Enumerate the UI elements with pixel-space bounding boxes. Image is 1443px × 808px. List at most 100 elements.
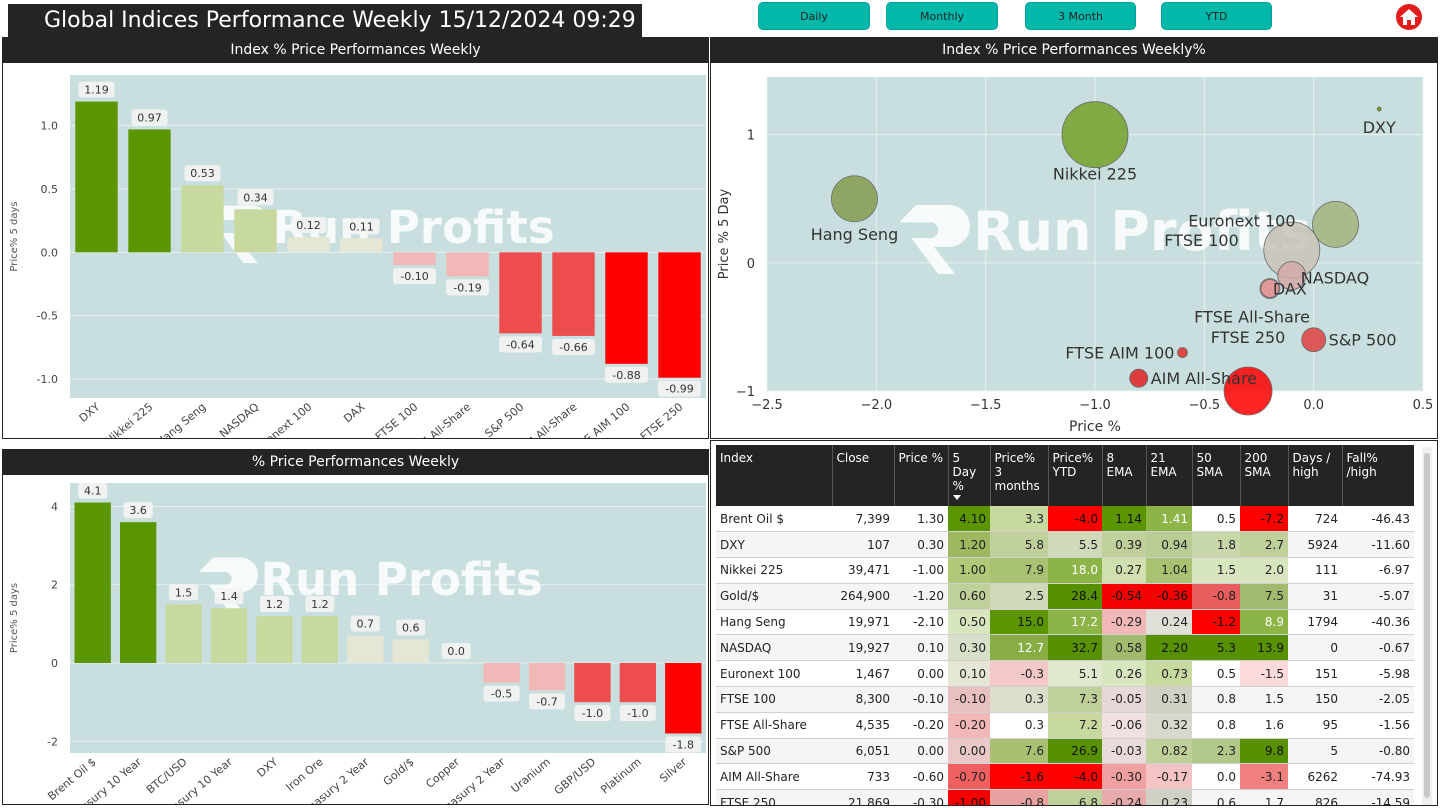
table-row[interactable]: Euronext 100 1,467 0.00 0.10 -0.3 5.1 0.26 0.73… — [716, 660, 1414, 688]
table-cell: 1,467 — [832, 660, 894, 688]
dashboard: Global Indices Performance Weekly 15/12/… — [0, 0, 1443, 808]
bubble — [1376, 106, 1382, 112]
daily-button[interactable]: Daily — [758, 2, 870, 30]
table-cell: 18.0 — [1048, 557, 1102, 584]
three-month-button[interactable]: 3 Month — [1025, 2, 1136, 30]
column-header[interactable]: Price% YTD — [1048, 445, 1103, 506]
column-header[interactable]: Days / high — [1288, 445, 1343, 506]
y-tick-label: 0 — [51, 657, 58, 670]
table-body: Brent Oil $7,399 1.30 4.10 3.3 -4.0 1.14 1.41 0… — [716, 506, 1414, 805]
index-name-cell: Gold/$ — [716, 583, 832, 610]
table-cell: 2.5 — [990, 583, 1048, 610]
index-name-cell: FTSE 100 — [716, 686, 832, 713]
bar — [347, 635, 384, 663]
y-axis-label: Price% 5 days — [9, 583, 20, 653]
table-cell: 0.60 — [948, 583, 990, 610]
table-row[interactable]: Gold/$ 264,900 -1.20 0.60 2.5 28.4 -0.54 -0.36-… — [716, 583, 1414, 610]
table-cell: 7.6 — [990, 738, 1048, 765]
table-cell: -0.06 — [1102, 712, 1146, 739]
data-label: -0.88 — [612, 369, 640, 382]
table-cell: 13.9 — [1240, 634, 1288, 662]
column-header[interactable]: 8 EMA — [1102, 445, 1147, 506]
bar — [483, 663, 520, 683]
x-tick-label: DXY — [255, 755, 281, 780]
index-name-cell: NASDAQ — [716, 634, 832, 662]
table-cell: 0.10 — [948, 660, 990, 688]
table-cell: -0.36 — [1146, 583, 1192, 610]
monthly-button[interactable]: Monthly — [886, 2, 998, 30]
data-label: 0.7 — [357, 618, 375, 631]
bubble — [1312, 200, 1359, 248]
home-icon — [1400, 9, 1418, 25]
index-bar-chart: 1.00.50.0-0.5-1.0Price% 5 days Run Profit… — [9, 75, 706, 439]
data-label: 4.1 — [84, 485, 102, 498]
table-cell: -14.59 — [1342, 789, 1414, 805]
column-header[interactable]: Fall% /high — [1342, 445, 1414, 506]
bar — [234, 209, 277, 253]
table-row[interactable]: FTSE 100 8,300 -0.10 -0.10 0.3 7.3 -0.05 0.31 0.… — [716, 686, 1414, 713]
table-cell: 5.3 — [1192, 634, 1240, 662]
table-cell: -4.0 — [1048, 506, 1102, 533]
home-button[interactable] — [1396, 4, 1422, 30]
table-cell: 826 — [1288, 789, 1342, 805]
table-cell: -0.8 — [1192, 583, 1240, 610]
table-row[interactable]: AIM All-Share 733 -0.60 -0.70 -1.6 -4.0 -0.30-… — [716, 763, 1414, 791]
table-cell: -2.10 — [894, 609, 948, 636]
index-name-cell: Brent Oil $ — [716, 506, 832, 533]
table-cell: 1.5 — [1192, 557, 1240, 584]
x-tick-label: Euronext 100 — [250, 400, 315, 439]
table-cell: 5924 — [1288, 531, 1342, 559]
column-header[interactable]: Index — [716, 445, 833, 506]
column-header[interactable]: 200 SMA — [1240, 445, 1289, 506]
x-tick-label: S&P 500 — [482, 400, 526, 439]
x-axis-label: Price % — [1069, 419, 1121, 435]
x-tick-label: FTSE 250 — [638, 400, 686, 439]
bubble-label: FTSE All-Share — [1194, 307, 1310, 326]
table-row[interactable]: FTSE 250 21,869 -0.30 -1.00 -0.8 6.8 -0.24 0.23… — [716, 789, 1414, 805]
table-row[interactable]: Hang Seng 19,971 -2.10 0.50 15.0 17.2 -0.29 0.2… — [716, 609, 1414, 636]
column-header[interactable]: 5 Day % — [948, 445, 991, 506]
table-row[interactable]: Nikkei 225 39,471 -1.00 1.00 7.9 18.0 0.27 1.04… — [716, 557, 1414, 584]
y-tick-label: -1.0 — [37, 373, 58, 386]
column-header[interactable]: Price % — [894, 445, 949, 506]
table-cell: 0.3 — [990, 686, 1048, 713]
index-name-cell: S&P 500 — [716, 738, 832, 765]
x-tick-label: Copper — [423, 755, 462, 791]
column-header[interactable]: 21 EMA — [1146, 445, 1193, 506]
table-row[interactable]: DXY 107 0.30 1.20 5.8 5.5 0.39 0.94 1.8 2.7 5924 -1… — [716, 531, 1414, 559]
ytd-button[interactable]: YTD — [1161, 2, 1272, 30]
table-scrollbar[interactable] — [1422, 447, 1432, 805]
table-cell: 19,971 — [832, 609, 894, 636]
table-row[interactable]: NASDAQ 19,927 0.10 0.30 12.7 32.7 0.58 2.20 5.3 1… — [716, 634, 1414, 662]
table-row[interactable]: Brent Oil $7,399 1.30 4.10 3.3 -4.0 1.14 1.41 0… — [716, 506, 1414, 533]
table-cell: 0.31 — [1146, 686, 1192, 713]
bar — [181, 185, 224, 253]
table-cell: -0.03 — [1102, 738, 1146, 765]
index-name-cell: AIM All-Share — [716, 763, 832, 791]
table-cell: -40.36 — [1342, 609, 1414, 636]
table-cell: -3.1 — [1240, 763, 1288, 791]
table-cell: -7.2 — [1240, 506, 1288, 533]
column-header[interactable]: 50 SMA — [1192, 445, 1241, 506]
table-cell: 0.30 — [948, 634, 990, 662]
column-header[interactable]: Close — [832, 445, 895, 506]
table-cell: -0.67 — [1342, 634, 1414, 662]
bubble-chart: −2.5 −2.0 −1.5 −1.0 −0.5 0.0 0.5 1 0 −1 Price % Pri… — [717, 77, 1433, 435]
scrollbar-thumb[interactable] — [1424, 453, 1430, 798]
index-name-cell: Nikkei 225 — [716, 557, 832, 584]
data-label: 1.5 — [175, 586, 193, 599]
bubble-label: Euronext 100 — [1188, 211, 1295, 230]
table-row[interactable]: FTSE All-Share 4,535 -0.20 -0.20 0.3 7.2 -0.06… — [716, 712, 1414, 739]
table-cell: 1.41 — [1146, 506, 1192, 533]
table-cell: 19,927 — [832, 634, 894, 662]
table-cell: 0.26 — [1102, 660, 1146, 688]
bar — [528, 663, 566, 691]
table-row[interactable]: S&P 500 6,051 0.00 0.00 7.6 26.9 -0.03 0.82 2.3 9… — [716, 738, 1414, 765]
table-cell: 0.23 — [1146, 789, 1192, 805]
table-cell: 26.9 — [1048, 738, 1102, 765]
table-cell: -0.30 — [1102, 763, 1146, 791]
table-cell: 0.3 — [990, 712, 1048, 739]
table-cell: 5.5 — [1048, 531, 1102, 559]
table-cell: -1.56 — [1342, 712, 1414, 739]
column-header[interactable]: Price% 3 months — [990, 445, 1049, 506]
